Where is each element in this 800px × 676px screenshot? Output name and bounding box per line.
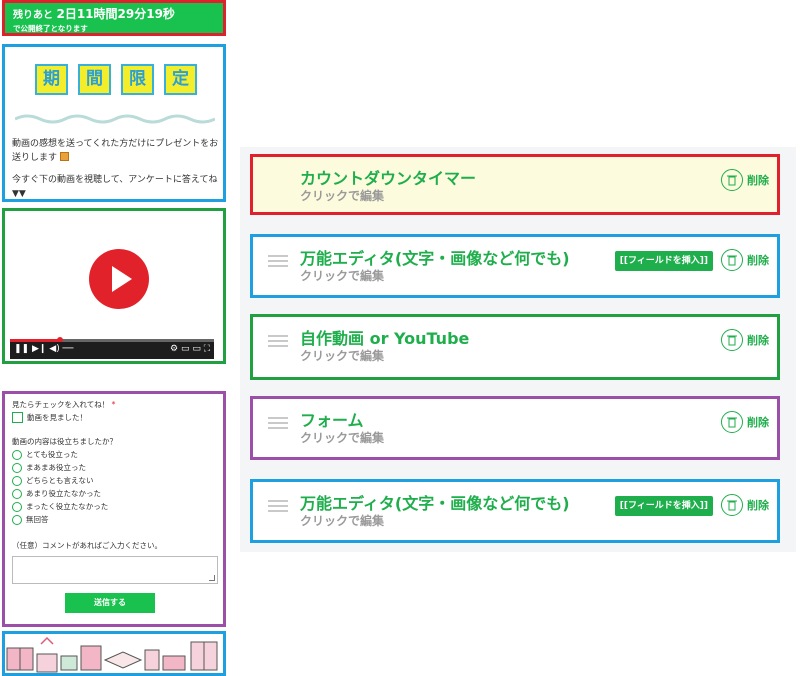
delete-button[interactable]: 削除 [721, 329, 769, 351]
timer-suffix: で公開終了となります [13, 24, 88, 33]
radio-option[interactable]: どちらとも言えない [12, 474, 220, 487]
trash-icon [721, 411, 743, 433]
delete-button[interactable]: 削除 [721, 169, 769, 191]
wave-divider [15, 114, 215, 124]
block-edit-hint: クリックで編集 [300, 514, 385, 528]
comment-textarea[interactable] [12, 556, 218, 584]
settings-fullscreen-icons[interactable]: ⚙ ▭ ▭ ⛶ [170, 344, 210, 354]
trash-icon [721, 169, 743, 191]
video-player[interactable]: ❚❚ ▶❙ ◀) ── ⚙ ▭ ▭ ⛶ [10, 213, 214, 359]
editor-block-rich-editor[interactable]: 万能エディタ(文字・画像など何でも) クリックで編集 [[フィールドを挿入]] … [250, 479, 780, 543]
block-edit-hint: クリックで編集 [300, 349, 385, 363]
radio-option[interactable]: あまり役立たなかった [12, 487, 220, 500]
radio-icon[interactable] [12, 475, 22, 486]
question-1-label: 見たらチェックを入れてね！ * [12, 400, 116, 409]
radio-icon[interactable] [12, 488, 22, 499]
insert-field-button[interactable]: [[フィールドを挿入]] [614, 251, 713, 271]
editor-block-video[interactable]: 自作動画 or YouTube クリックで編集 削除 [250, 314, 780, 380]
radio-option[interactable]: まあまあ役立った [12, 461, 220, 474]
radio-icon[interactable] [12, 501, 22, 512]
editor-block-form[interactable]: フォーム クリックで編集 削除 [250, 396, 780, 460]
trash-icon [721, 494, 743, 516]
block-title: カウントダウンタイマー [300, 169, 477, 188]
drag-handle-icon[interactable] [268, 500, 288, 512]
promo-line-2: 今すぐ下の動画を視聴して、アンケートに答えてね▼▼ [12, 175, 218, 199]
insert-field-button[interactable]: [[フィールドを挿入]] [614, 496, 713, 516]
promo-text-preview: 期 間 限 定 動画の感想を送ってくれた方だけにプレゼントをお送りします 今すぐ… [2, 44, 226, 202]
editor-block-countdown[interactable]: カウントダウンタイマー クリックで編集 削除 [250, 154, 780, 215]
timer-prefix: 残りあと [13, 10, 53, 21]
editor-block-rich-editor[interactable]: 万能エディタ(文字・画像など何でも) クリックで編集 [[フィールドを挿入]] … [250, 234, 780, 298]
video-controls: ❚❚ ▶❙ ◀) ── ⚙ ▭ ▭ ⛶ [10, 342, 214, 359]
radio-icon[interactable] [12, 514, 22, 525]
comment-label: （任意）コメントがあればご入力ください。 [12, 541, 162, 550]
block-edit-hint: クリックで編集 [300, 431, 385, 445]
radio-option[interactable]: とても役立った [12, 448, 220, 461]
trash-icon [721, 329, 743, 351]
radio-icon[interactable] [12, 449, 22, 460]
playback-controls-icon[interactable]: ❚❚ ▶❙ ◀) ── [14, 344, 73, 354]
kanji-tile: 限 [121, 64, 154, 95]
promo-line-1: 動画の感想を送ってくれた方だけにプレゼントをお送りします [12, 139, 219, 163]
radio-icon[interactable] [12, 462, 22, 473]
promo-body: 動画の感想を送ってくれた方だけにプレゼントをお送りします 今すぐ下の動画を視聴し… [12, 137, 220, 209]
delete-button[interactable]: 削除 [721, 249, 769, 271]
block-title: 自作動画 or YouTube [300, 329, 470, 348]
drag-handle-icon[interactable] [268, 335, 288, 347]
block-editor: カウントダウンタイマー クリックで編集 削除 万能エディタ(文字・画像など何でも… [240, 147, 796, 552]
kanji-tile: 間 [78, 64, 111, 95]
trash-icon [721, 249, 743, 271]
block-title: 万能エディタ(文字・画像など何でも) [300, 494, 570, 513]
delete-button[interactable]: 削除 [721, 494, 769, 516]
gift-icon [59, 152, 69, 161]
delete-button[interactable]: 削除 [721, 411, 769, 433]
gift-banner [2, 631, 226, 676]
limited-time-heading: 期 間 限 定 [35, 64, 197, 95]
question-2-label: 動画の内容は役立ちましたか？ [12, 437, 117, 446]
block-edit-hint: クリックで編集 [300, 269, 385, 283]
video-preview: ❚❚ ▶❙ ◀) ── ⚙ ▭ ▭ ⛶ [2, 208, 226, 364]
block-title: 万能エディタ(文字・画像など何でも) [300, 249, 570, 268]
play-button-icon[interactable] [89, 249, 149, 309]
countdown-timer-preview: 残りあと 2日11時間29分19秒 で公開終了となります [2, 0, 226, 36]
gift-boxes-illustration [6, 636, 218, 673]
checkbox-icon[interactable] [12, 412, 23, 423]
radio-option[interactable]: 無回答 [12, 513, 220, 526]
kanji-tile: 期 [35, 64, 68, 95]
drag-handle-icon[interactable] [268, 255, 288, 267]
checkbox-option[interactable]: 動画を見ました！ [12, 411, 220, 424]
submit-button[interactable]: 送信する [65, 593, 155, 613]
radio-option[interactable]: まったく役立たなかった [12, 500, 220, 513]
drag-handle-icon[interactable] [268, 417, 288, 429]
form-preview: 見たらチェックを入れてね！ * 動画を見ました！ 動画の内容は役立ちましたか？ … [2, 391, 226, 627]
kanji-tile: 定 [164, 64, 197, 95]
block-edit-hint: クリックで編集 [300, 189, 385, 203]
timer-countdown: 2日11時間29分19秒 [56, 7, 175, 21]
block-title: フォーム [300, 411, 364, 430]
